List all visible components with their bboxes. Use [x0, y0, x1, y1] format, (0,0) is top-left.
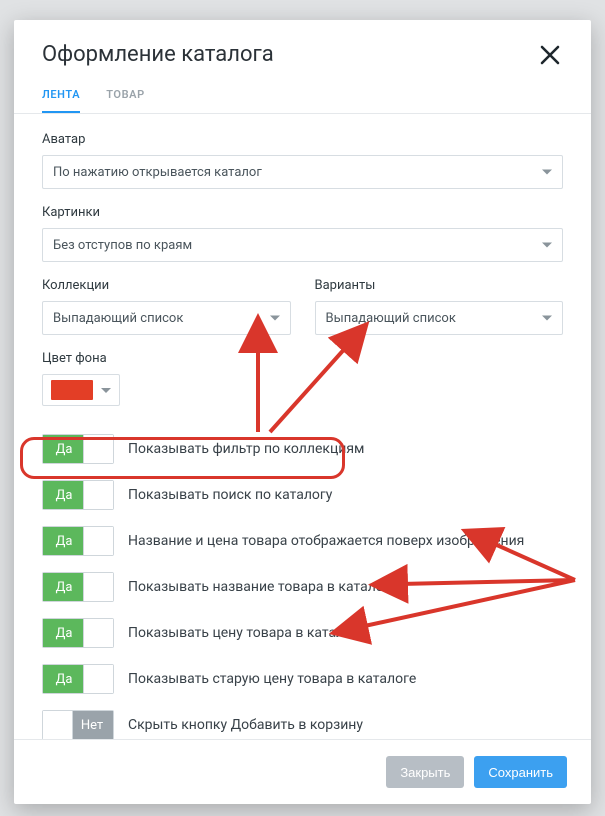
label-images: Картинки — [42, 205, 563, 220]
toggle-1[interactable]: Да — [42, 480, 114, 510]
toggle-row: Да Показывать фильтр по коллекциям — [42, 434, 563, 464]
catalog-design-modal: Оформление каталога ЛЕНТА ТОВАР Аватар П… — [14, 20, 591, 804]
toggle-label: Показывать старую цену товара в каталоге — [128, 671, 416, 687]
toggle-row: Да Показывать название товара в каталоге — [42, 572, 563, 602]
select-images-value: Без отступов по краям — [53, 238, 192, 253]
toggle-3[interactable]: Да — [42, 572, 114, 602]
toggle-row: Да Показывать старую цену товара в катало… — [42, 664, 563, 694]
toggle-row: Да Показывать цену товара в каталоге — [42, 618, 563, 648]
toggle-label: Показывать название товара в каталоге — [128, 579, 397, 595]
field-images: Картинки Без отступов по краям — [42, 205, 563, 262]
select-avatar[interactable]: По нажатию открывается каталог — [42, 155, 563, 189]
select-avatar-value: По нажатию открывается каталог — [53, 165, 262, 180]
select-variants-value: Выпадающий список — [326, 311, 456, 326]
toggle-knob — [83, 481, 113, 509]
toggle-row: Нет Скрыть кнопку Добавить в корзину — [42, 710, 563, 739]
toggle-6[interactable]: Нет — [42, 710, 114, 739]
toggle-on-text: Да — [43, 527, 85, 555]
toggle-label: Скрыть кнопку Добавить в корзину — [128, 717, 363, 733]
modal-footer: Закрыть Сохранить — [14, 739, 591, 804]
field-collections: Коллекции Выпадающий список — [42, 278, 291, 335]
toggle-label: Показывать цену товара в каталоге — [128, 625, 365, 641]
toggle-knob — [83, 573, 113, 601]
close-button[interactable] — [537, 42, 563, 68]
toggles-list: Да Показывать фильтр по коллекциям Да Показ… — [42, 434, 563, 739]
toggle-on-text: Да — [43, 481, 85, 509]
toggle-knob — [83, 435, 113, 463]
field-bgcolor: Цвет фона — [42, 351, 563, 406]
field-variants: Варианты Выпадающий список — [315, 278, 564, 335]
save-button[interactable]: Сохранить — [474, 756, 567, 788]
modal-title: Оформление каталога — [42, 42, 274, 67]
toggle-4[interactable]: Да — [42, 618, 114, 648]
close-icon — [539, 44, 561, 66]
toggle-0[interactable]: Да — [42, 434, 114, 464]
toggle-5[interactable]: Да — [42, 664, 114, 694]
tabs: ЛЕНТА ТОВАР — [14, 68, 591, 114]
toggle-row: Да Название и цена товара отображается по… — [42, 526, 563, 556]
toggle-label: Показывать фильтр по коллекциям — [128, 441, 364, 457]
toggle-knob — [83, 527, 113, 555]
toggle-label: Название и цена товара отображается пове… — [128, 533, 524, 549]
toggle-off-text: Нет — [71, 711, 113, 739]
select-collections-value: Выпадающий список — [53, 311, 183, 326]
toggle-label: Показывать поиск по каталогу — [128, 487, 332, 503]
toggle-on-text: Да — [43, 665, 85, 693]
toggle-knob — [83, 665, 113, 693]
modal-header: Оформление каталога — [14, 20, 591, 68]
select-collections[interactable]: Выпадающий список — [42, 301, 291, 335]
close-footer-button[interactable]: Закрыть — [386, 756, 464, 788]
tab-feed[interactable]: ЛЕНТА — [42, 88, 80, 113]
toggle-on-text: Да — [43, 435, 85, 463]
toggle-on-text: Да — [43, 573, 85, 601]
select-images[interactable]: Без отступов по краям — [42, 228, 563, 262]
label-avatar: Аватар — [42, 132, 563, 147]
field-avatar: Аватар По нажатию открывается каталог — [42, 132, 563, 189]
select-variants[interactable]: Выпадающий список — [315, 301, 564, 335]
label-collections: Коллекции — [42, 278, 291, 293]
label-bgcolor: Цвет фона — [42, 351, 563, 366]
toggle-row: Да Показывать поиск по каталогу — [42, 480, 563, 510]
modal-body: Аватар По нажатию открывается каталог Ка… — [14, 114, 591, 739]
row-collections-variants: Коллекции Выпадающий список Варианты Вып… — [42, 278, 563, 351]
label-variants: Варианты — [315, 278, 564, 293]
color-picker[interactable] — [42, 374, 120, 406]
toggle-on-text: Да — [43, 619, 85, 647]
toggle-2[interactable]: Да — [42, 526, 114, 556]
toggle-knob — [83, 619, 113, 647]
color-swatch — [51, 380, 93, 400]
tab-product[interactable]: ТОВАР — [106, 88, 145, 113]
toggle-knob — [43, 711, 73, 739]
